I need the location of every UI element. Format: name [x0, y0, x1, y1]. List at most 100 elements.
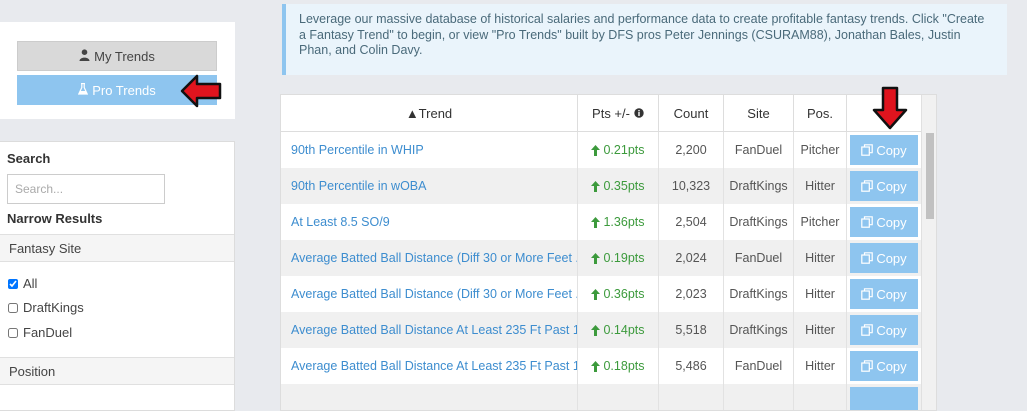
checkbox-all[interactable] — [8, 278, 18, 289]
copy-button[interactable]: Copy — [850, 315, 918, 345]
red-arrow-down-icon — [870, 86, 910, 133]
filter-panel: Search Narrow Results Fantasy Site All D… — [0, 141, 235, 411]
copy-icon — [861, 360, 874, 372]
search-input[interactable] — [7, 174, 165, 204]
fantasy-site-section[interactable]: Fantasy Site — [0, 234, 234, 262]
pts-cell: 0.21pts — [578, 132, 659, 168]
copy-button[interactable]: Copy — [850, 279, 918, 309]
site-cell — [724, 384, 794, 410]
pos-cell: Hitter — [794, 276, 847, 312]
pos-cell: Pitcher — [794, 132, 847, 168]
copy-button[interactable]: Copy — [850, 351, 918, 381]
trend-link[interactable]: At Least 8.5 SO/9 — [281, 204, 578, 240]
trend-link[interactable]: Average Batted Ball Distance (Diff 30 or… — [281, 240, 578, 276]
count-cell: 5,518 — [659, 312, 724, 348]
copy-cell: Copy — [847, 312, 921, 348]
copy-cell: Copy — [847, 204, 921, 240]
copy-button[interactable]: Copy — [850, 171, 918, 201]
copy-button[interactable]: Copy — [850, 207, 918, 237]
copy-icon — [861, 216, 874, 228]
table-row: At Least 8.5 SO/9 1.36pts 2,504 DraftKings P… — [281, 204, 921, 240]
flask-icon — [78, 82, 89, 98]
site-option-fanduel[interactable]: FanDuel — [8, 325, 72, 340]
pos-cell: Hitter — [794, 348, 847, 384]
header-site[interactable]: Site — [724, 95, 794, 132]
trends-table: ▲Trend Pts +/- Count Site Pos. 90th Perc… — [280, 94, 937, 411]
pts-value: 0.14pts — [603, 323, 645, 337]
copy-icon — [861, 180, 874, 192]
site-cell: FanDuel — [724, 132, 794, 168]
count-cell: 2,504 — [659, 204, 724, 240]
site-option-draftkings[interactable]: DraftKings — [8, 300, 84, 315]
site-cell: FanDuel — [724, 240, 794, 276]
search-heading: Search — [7, 151, 51, 166]
trend-link[interactable]: Average Batted Ball Distance At Least 23… — [281, 312, 578, 348]
pro-trends-label: Pro Trends — [92, 82, 156, 98]
copy-icon — [861, 144, 874, 156]
pts-value: 0.36pts — [603, 287, 645, 301]
trend-link[interactable]: Average Batted Ball Distance At Least 23… — [281, 348, 578, 384]
pts-value: 1.36pts — [603, 215, 645, 229]
copy-label: Copy — [876, 142, 907, 158]
scrollbar[interactable] — [921, 95, 936, 410]
info-icon[interactable] — [634, 106, 644, 121]
my-trends-button[interactable]: My Trends — [17, 41, 217, 71]
trend-link[interactable]: 90th Percentile in WHIP — [281, 132, 578, 168]
copy-button[interactable]: Copy — [850, 135, 918, 165]
header-pts[interactable]: Pts +/- — [578, 95, 659, 132]
table-row — [281, 384, 921, 410]
copy-cell: Copy — [847, 240, 921, 276]
table-row: 90th Percentile in WHIP 0.21pts 2,200 FanDu… — [281, 132, 921, 168]
site-cell: DraftKings — [724, 204, 794, 240]
count-cell: 2,200 — [659, 132, 724, 168]
count-cell: 2,024 — [659, 240, 724, 276]
checkbox-draftkings[interactable] — [8, 302, 18, 313]
pts-value: 0.19pts — [603, 251, 645, 265]
copy-label: Copy — [876, 358, 907, 374]
trend-link[interactable]: Average Batted Ball Distance (Diff 30 or… — [281, 276, 578, 312]
info-banner: Leverage our massive database of histori… — [282, 4, 1007, 75]
copy-button[interactable] — [850, 387, 918, 410]
pos-cell: Hitter — [794, 168, 847, 204]
up-arrow-icon — [591, 288, 601, 300]
up-arrow-icon — [591, 180, 601, 192]
position-section[interactable]: Position — [0, 357, 234, 385]
header-pos[interactable]: Pos. — [794, 95, 847, 132]
pos-cell: Hitter — [794, 312, 847, 348]
header-pts-label: Pts +/- — [592, 106, 630, 121]
up-arrow-icon — [591, 324, 601, 336]
pts-value: 0.35pts — [603, 179, 645, 193]
copy-button[interactable]: Copy — [850, 243, 918, 273]
site-cell: DraftKings — [724, 276, 794, 312]
site-option-label: DraftKings — [23, 300, 84, 315]
count-cell: 2,023 — [659, 276, 724, 312]
table-row: Average Batted Ball Distance At Least 23… — [281, 312, 921, 348]
site-cell: DraftKings — [724, 312, 794, 348]
pts-cell: 0.35pts — [578, 168, 659, 204]
trend-link[interactable] — [281, 384, 578, 410]
red-arrow-left-icon — [180, 70, 222, 115]
site-option-all[interactable]: All — [8, 276, 37, 291]
up-arrow-icon — [591, 360, 601, 372]
copy-cell: Copy — [847, 132, 921, 168]
up-arrow-icon — [591, 216, 601, 228]
copy-label: Copy — [876, 250, 907, 266]
pos-cell: Hitter — [794, 240, 847, 276]
pos-cell — [794, 384, 847, 410]
header-count[interactable]: Count — [659, 95, 724, 132]
table-row: Average Batted Ball Distance (Diff 30 or… — [281, 240, 921, 276]
checkbox-fanduel[interactable] — [8, 327, 18, 338]
scrollbar-thumb[interactable] — [926, 133, 934, 219]
count-cell — [659, 384, 724, 410]
pts-value: 0.21pts — [603, 143, 645, 157]
table-row: Average Batted Ball Distance At Least 23… — [281, 348, 921, 384]
site-cell: FanDuel — [724, 348, 794, 384]
count-cell: 10,323 — [659, 168, 724, 204]
site-option-label: FanDuel — [23, 325, 73, 340]
pos-cell: Pitcher — [794, 204, 847, 240]
copy-icon — [861, 252, 874, 264]
trend-link[interactable]: 90th Percentile in wOBA — [281, 168, 578, 204]
my-trends-label: My Trends — [94, 48, 155, 64]
header-trend[interactable]: ▲Trend — [281, 95, 578, 132]
copy-label: Copy — [876, 286, 907, 302]
